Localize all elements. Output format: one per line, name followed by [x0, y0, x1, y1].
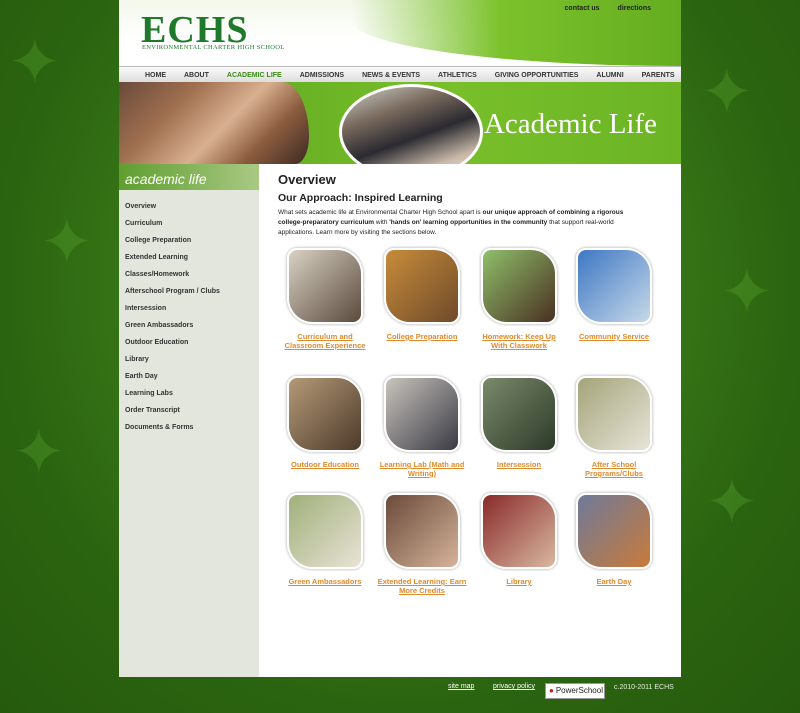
intro-text: with	[374, 219, 390, 226]
tile-link[interactable]: Earth Day	[569, 577, 659, 586]
sidebar-item-documents-forms[interactable]: Documents & Forms	[125, 419, 259, 436]
tile-extended-learning[interactable]: Extended Learning: Earn More Credits	[377, 493, 467, 595]
sidebar-item-intersession[interactable]: Intersession	[125, 300, 259, 317]
intro-paragraph: What sets academic life at Environmental…	[278, 208, 648, 238]
tile-photo[interactable]	[384, 493, 460, 569]
intro-text: What sets academic life at Environmental…	[278, 209, 483, 216]
nav-alumni[interactable]: ALUMNI	[596, 72, 623, 79]
main-content: Overview Our Approach: Inspired Learning…	[278, 172, 658, 238]
tile-intersession[interactable]: Intersession	[474, 376, 564, 469]
nav-giving-opportunities[interactable]: GIVING OPPORTUNITIES	[495, 72, 579, 79]
tile-photo[interactable]	[576, 376, 652, 452]
header: ECHS ENVIRONMENTAL CHARTER HIGH SCHOOL c…	[119, 0, 681, 66]
sidebar-item-afterschool-program[interactable]: Afterschool Program / Clubs	[125, 283, 259, 300]
leaf-decoration: ✦	[12, 416, 66, 488]
copyright: c.2010-2011 ECHS	[614, 684, 674, 691]
tile-photo[interactable]	[384, 248, 460, 324]
tile-outdoor-education[interactable]: Outdoor Education	[280, 376, 370, 469]
sidebar-item-library[interactable]: Library	[125, 351, 259, 368]
tile-link[interactable]: Curriculum and Classroom Experience	[280, 332, 370, 350]
tile-earth-day[interactable]: Earth Day	[569, 493, 659, 586]
banner-photo-students	[119, 82, 309, 164]
sidebar-item-learning-labs[interactable]: Learning Labs	[125, 385, 259, 402]
tile-library[interactable]: Library	[474, 493, 564, 586]
nav-about[interactable]: ABOUT	[184, 72, 209, 79]
logo-subtitle: ENVIRONMENTAL CHARTER HIGH SCHOOL	[142, 44, 285, 51]
section-subtitle: Our Approach: Inspired Learning	[278, 192, 443, 204]
footer: site map privacy policy	[0, 677, 800, 713]
powerschool-button[interactable]: ● PowerSchool	[545, 683, 605, 699]
tile-link[interactable]: Learning Lab (Math and Writing)	[377, 460, 467, 478]
sidebar-menu: Overview Curriculum College Preparation …	[119, 190, 259, 436]
page-title: Overview	[278, 172, 336, 187]
powerschool-label: PowerSchool	[555, 686, 603, 695]
tile-learning-lab[interactable]: Learning Lab (Math and Writing)	[377, 376, 467, 478]
sidebar-item-extended-learning[interactable]: Extended Learning	[125, 249, 259, 266]
tile-community-service[interactable]: Community Service	[569, 248, 659, 341]
tile-photo[interactable]	[481, 376, 557, 452]
tile-photo[interactable]	[287, 493, 363, 569]
page-container: ECHS ENVIRONMENTAL CHARTER HIGH SCHOOL c…	[119, 0, 681, 677]
leaf-decoration: ✦	[8, 26, 62, 98]
leaf-decoration: ✦	[40, 206, 94, 278]
sidebar-item-order-transcript[interactable]: Order Transcript	[125, 402, 259, 419]
nav-news-events[interactable]: NEWS & EVENTS	[362, 72, 420, 79]
tile-photo[interactable]	[576, 248, 652, 324]
sidebar-item-curriculum[interactable]: Curriculum	[125, 215, 259, 232]
leaf-decoration: ✦	[700, 56, 754, 128]
intro-emphasis: 'hands on' learning opportunities in the…	[389, 219, 548, 226]
banner-photo-classroom	[339, 84, 483, 164]
sidebar-item-college-preparation[interactable]: College Preparation	[125, 232, 259, 249]
tile-link[interactable]: Community Service	[569, 332, 659, 341]
tile-photo[interactable]	[384, 376, 460, 452]
tile-link[interactable]: After School Programs/Clubs	[569, 460, 659, 478]
nav-admissions[interactable]: ADMISSIONS	[300, 72, 344, 79]
tile-link[interactable]: Homework: Keep Up With Classwork	[474, 332, 564, 350]
sidebar-item-overview[interactable]: Overview	[125, 198, 259, 215]
sidebar-item-outdoor-education[interactable]: Outdoor Education	[125, 334, 259, 351]
nav-academic-life[interactable]: ACADEMIC LIFE	[227, 72, 282, 79]
tile-photo[interactable]	[287, 248, 363, 324]
top-links: contact us directions	[565, 5, 651, 12]
tile-link[interactable]: Library	[474, 577, 564, 586]
privacy-policy-link[interactable]: privacy policy	[493, 683, 535, 690]
leaf-decoration: ✦	[720, 256, 774, 328]
nav-athletics[interactable]: ATHLETICS	[438, 72, 477, 79]
tile-link[interactable]: Green Ambassadors	[280, 577, 370, 586]
leaf-decoration: ✦	[705, 466, 759, 538]
sidebar-item-earth-day[interactable]: Earth Day	[125, 368, 259, 385]
sidebar-item-classes-homework[interactable]: Classes/Homework	[125, 266, 259, 283]
contact-us-link[interactable]: contact us	[565, 5, 600, 12]
tile-link[interactable]: Extended Learning: Earn More Credits	[377, 577, 467, 595]
tile-link[interactable]: Outdoor Education	[280, 460, 370, 469]
tile-college-preparation[interactable]: College Preparation	[377, 248, 467, 341]
tile-photo[interactable]	[481, 248, 557, 324]
site-map-link[interactable]: site map	[448, 683, 474, 690]
tile-homework[interactable]: Homework: Keep Up With Classwork	[474, 248, 564, 350]
tile-photo[interactable]	[287, 376, 363, 452]
tile-link[interactable]: College Preparation	[377, 332, 467, 341]
sidebar-item-green-ambassadors[interactable]: Green Ambassadors	[125, 317, 259, 334]
tile-photo[interactable]	[576, 493, 652, 569]
banner-title: Academic Life	[483, 108, 657, 140]
sidebar: academic life Overview Curriculum Colleg…	[119, 164, 259, 677]
banner: Academic Life	[119, 82, 681, 164]
tile-curriculum[interactable]: Curriculum and Classroom Experience	[280, 248, 370, 350]
sidebar-heading: academic life	[119, 164, 259, 190]
tile-photo[interactable]	[481, 493, 557, 569]
directions-link[interactable]: directions	[618, 5, 651, 12]
tile-after-school[interactable]: After School Programs/Clubs	[569, 376, 659, 478]
nav-home[interactable]: HOME	[145, 72, 166, 79]
tile-link[interactable]: Intersession	[474, 460, 564, 469]
apple-icon: ●	[549, 686, 554, 695]
tile-green-ambassadors[interactable]: Green Ambassadors	[280, 493, 370, 586]
nav-parents[interactable]: PARENTS	[642, 72, 675, 79]
